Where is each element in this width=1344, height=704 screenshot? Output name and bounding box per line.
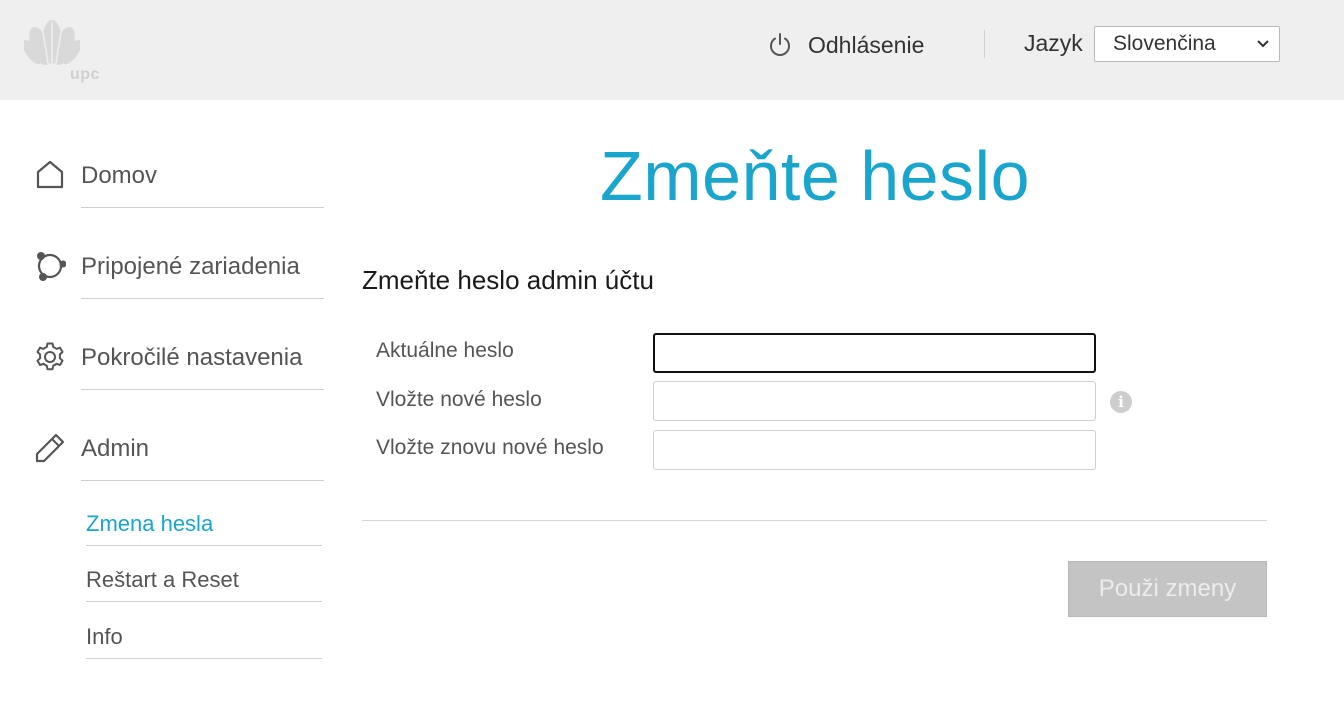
language-label: Jazyk (1024, 30, 1083, 56)
section-heading: Zmeňte heslo admin účtu (362, 265, 654, 295)
sidebar-divider (81, 480, 324, 481)
sidebar-subitem-label: Info (86, 624, 123, 649)
sidebar-subitem-label: Reštart a Reset (86, 567, 239, 592)
sidebar-subitem-info[interactable]: Info (86, 624, 322, 662)
logout-label: Odhlásenie (808, 31, 925, 58)
page-title: Zmeňte heslo (599, 137, 1031, 215)
power-icon (770, 33, 790, 56)
pencil-icon (35, 433, 65, 463)
header-divider (984, 30, 985, 58)
logout-button[interactable]: Odhlásenie (766, 28, 924, 62)
current-password-input[interactable] (653, 333, 1096, 373)
logo-text: upc (70, 66, 100, 83)
sidebar-subitem-label: Zmena hesla (86, 511, 214, 536)
form-divider (362, 520, 1267, 521)
sidebar-item-home[interactable]: Domov (34, 159, 324, 215)
sidebar-subitem-restart-reset[interactable]: Reštart a Reset (86, 567, 322, 605)
sidebar-divider (86, 658, 322, 659)
chevron-down-icon (1257, 40, 1269, 48)
gear-icon (36, 342, 64, 371)
sidebar-item-label: Domov (81, 162, 158, 189)
sidebar-subitem-change-password[interactable]: Zmena hesla (86, 511, 322, 549)
sidebar-item-advanced-settings[interactable]: Pokročilé nastavenia (34, 341, 324, 397)
new-password-label: Vložte nové heslo (376, 388, 542, 411)
current-password-label: Aktuálne heslo (376, 339, 514, 362)
new-password-input[interactable] (653, 381, 1096, 421)
apply-changes-button[interactable]: Použi zmeny (1068, 561, 1267, 617)
confirm-password-label: Vložte znovu nové heslo (376, 436, 604, 459)
sidebar-divider (86, 545, 322, 546)
sidebar-item-label: Admin (81, 435, 150, 462)
sidebar-divider (81, 389, 324, 390)
confirm-password-input[interactable] (653, 430, 1096, 470)
language-select-value: Slovenčina (1113, 32, 1216, 55)
sidebar-divider (81, 207, 324, 208)
upc-logo-icon (22, 20, 82, 66)
language-select[interactable]: Slovenčina (1094, 26, 1280, 62)
sidebar-item-connected-devices[interactable]: Pripojené zariadenia (34, 250, 324, 306)
home-icon (36, 160, 64, 189)
sidebar-item-label: Pripojené zariadenia (81, 253, 300, 280)
connected-devices-icon (37, 252, 66, 281)
top-bar: upc Odhlásenie Jazyk Slovenčina (0, 0, 1344, 100)
info-icon[interactable]: i (1110, 391, 1132, 413)
sidebar-divider (86, 601, 322, 602)
sidebar-item-admin[interactable]: Admin (34, 432, 324, 488)
sidebar-divider (81, 298, 324, 299)
sidebar-item-label: Pokročilé nastavenia (81, 344, 303, 371)
